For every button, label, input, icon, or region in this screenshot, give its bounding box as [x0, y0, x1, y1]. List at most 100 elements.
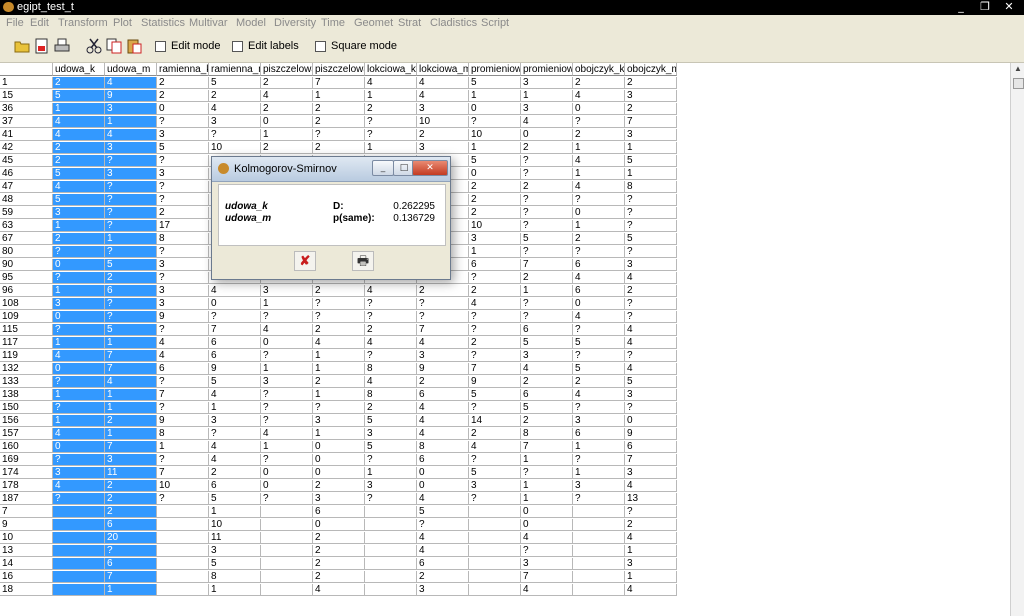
table-cell[interactable]: 1 — [261, 129, 313, 141]
table-cell[interactable]: ? — [625, 220, 677, 232]
table-cell[interactable]: 4 — [625, 324, 677, 336]
table-cell[interactable]: 2 — [209, 90, 261, 102]
row-header[interactable]: 46 — [0, 168, 53, 180]
table-cell[interactable]: ? — [53, 402, 105, 414]
edit-labels-toggle[interactable]: Edit labels — [232, 40, 299, 52]
table-cell[interactable]: ? — [157, 454, 209, 466]
table-cell[interactable]: ? — [417, 311, 469, 323]
table-cell[interactable]: 3 — [157, 285, 209, 297]
table-cell[interactable]: 1 — [469, 90, 521, 102]
table-cell[interactable] — [53, 545, 105, 557]
column-header[interactable]: lokciowa_k — [365, 63, 417, 76]
table-cell[interactable] — [157, 545, 209, 557]
table-cell[interactable]: 7 — [157, 389, 209, 401]
save-icon[interactable] — [34, 38, 50, 54]
table-cell[interactable]: 10 — [417, 116, 469, 128]
table-cell[interactable]: 0 — [53, 363, 105, 375]
table-cell[interactable] — [157, 519, 209, 531]
table-cell[interactable]: 1 — [53, 389, 105, 401]
table-cell[interactable]: 2 — [313, 116, 365, 128]
table-cell[interactable]: 2 — [573, 233, 625, 245]
table-cell[interactable]: 3 — [53, 467, 105, 479]
edit-labels-checkbox[interactable] — [232, 40, 243, 52]
table-cell[interactable]: 4 — [417, 402, 469, 414]
table-cell[interactable]: ? — [365, 129, 417, 141]
table-cell[interactable]: 1 — [261, 363, 313, 375]
table-cell[interactable]: 2 — [313, 376, 365, 388]
table-cell[interactable]: ? — [157, 116, 209, 128]
table-cell[interactable]: ? — [105, 220, 157, 232]
table-cell[interactable]: ? — [573, 350, 625, 362]
row-header[interactable]: 42 — [0, 142, 53, 154]
table-cell[interactable]: 0 — [417, 467, 469, 479]
table-cell[interactable]: 1 — [53, 103, 105, 115]
table-cell[interactable]: 3 — [105, 454, 157, 466]
table-cell[interactable]: 6 — [313, 506, 365, 518]
table-cell[interactable]: 4 — [625, 480, 677, 492]
table-cell[interactable]: ? — [625, 506, 677, 518]
table-cell[interactable]: 5 — [365, 441, 417, 453]
row-header[interactable]: 187 — [0, 493, 53, 505]
row-header[interactable]: 63 — [0, 220, 53, 232]
table-cell[interactable]: ? — [365, 350, 417, 362]
cut-icon[interactable] — [86, 38, 102, 54]
table-cell[interactable]: 0 — [53, 441, 105, 453]
table-cell[interactable]: 3 — [209, 415, 261, 427]
table-cell[interactable]: 2 — [53, 77, 105, 89]
column-header[interactable]: promieniowa — [521, 63, 573, 76]
table-cell[interactable]: 0 — [469, 103, 521, 115]
row-header[interactable]: 133 — [0, 376, 53, 388]
table-cell[interactable]: 4 — [625, 584, 677, 596]
table-cell[interactable]: 2 — [469, 207, 521, 219]
table-cell[interactable]: 8 — [521, 428, 573, 440]
table-cell[interactable]: 1 — [53, 415, 105, 427]
table-cell[interactable]: 2 — [209, 467, 261, 479]
table-cell[interactable]: ? — [261, 493, 313, 505]
table-cell[interactable]: 7 — [209, 324, 261, 336]
table-cell[interactable]: 3 — [209, 116, 261, 128]
table-cell[interactable]: 5 — [573, 363, 625, 375]
table-cell[interactable]: ? — [469, 454, 521, 466]
table-cell[interactable]: 2 — [417, 129, 469, 141]
table-cell[interactable]: 1 — [573, 441, 625, 453]
table-cell[interactable]: ? — [417, 298, 469, 310]
table-cell[interactable] — [157, 558, 209, 570]
table-cell[interactable]: 2 — [53, 155, 105, 167]
table-cell[interactable]: ? — [53, 454, 105, 466]
table-cell[interactable]: 4 — [105, 376, 157, 388]
table-cell[interactable]: ? — [261, 389, 313, 401]
table-cell[interactable]: 6 — [573, 259, 625, 271]
table-cell[interactable]: 4 — [625, 337, 677, 349]
table-cell[interactable]: 4 — [573, 181, 625, 193]
row-header[interactable]: 41 — [0, 129, 53, 141]
table-cell[interactable]: 4 — [261, 428, 313, 440]
vertical-scrollbar[interactable]: ▲ — [1010, 63, 1024, 616]
table-cell[interactable]: 7 — [417, 324, 469, 336]
table-cell[interactable] — [365, 571, 417, 583]
table-cell[interactable]: ? — [573, 324, 625, 336]
row-header[interactable]: 47 — [0, 181, 53, 193]
table-cell[interactable]: 4 — [53, 181, 105, 193]
table-cell[interactable]: ? — [157, 155, 209, 167]
table-cell[interactable]: 1 — [53, 220, 105, 232]
table-cell[interactable]: 1 — [53, 285, 105, 297]
table-cell[interactable]: 3 — [469, 233, 521, 245]
row-header[interactable]: 174 — [0, 467, 53, 479]
table-cell[interactable]: 1 — [573, 467, 625, 479]
table-cell[interactable]: 4 — [625, 532, 677, 544]
table-cell[interactable]: 5 — [521, 402, 573, 414]
table-cell[interactable]: 2 — [105, 506, 157, 518]
table-cell[interactable]: ? — [469, 272, 521, 284]
row-header[interactable]: 117 — [0, 337, 53, 349]
table-cell[interactable]: 3 — [521, 350, 573, 362]
table-cell[interactable] — [157, 584, 209, 596]
table-cell[interactable]: ? — [521, 545, 573, 557]
table-cell[interactable]: 2 — [417, 285, 469, 297]
column-header[interactable]: udowa_m — [105, 63, 157, 76]
table-cell[interactable]: ? — [469, 311, 521, 323]
table-cell[interactable] — [261, 558, 313, 570]
table-cell[interactable]: 1 — [521, 454, 573, 466]
table-cell[interactable]: 2 — [105, 480, 157, 492]
table-cell[interactable]: ? — [521, 194, 573, 206]
table-cell[interactable] — [261, 545, 313, 557]
